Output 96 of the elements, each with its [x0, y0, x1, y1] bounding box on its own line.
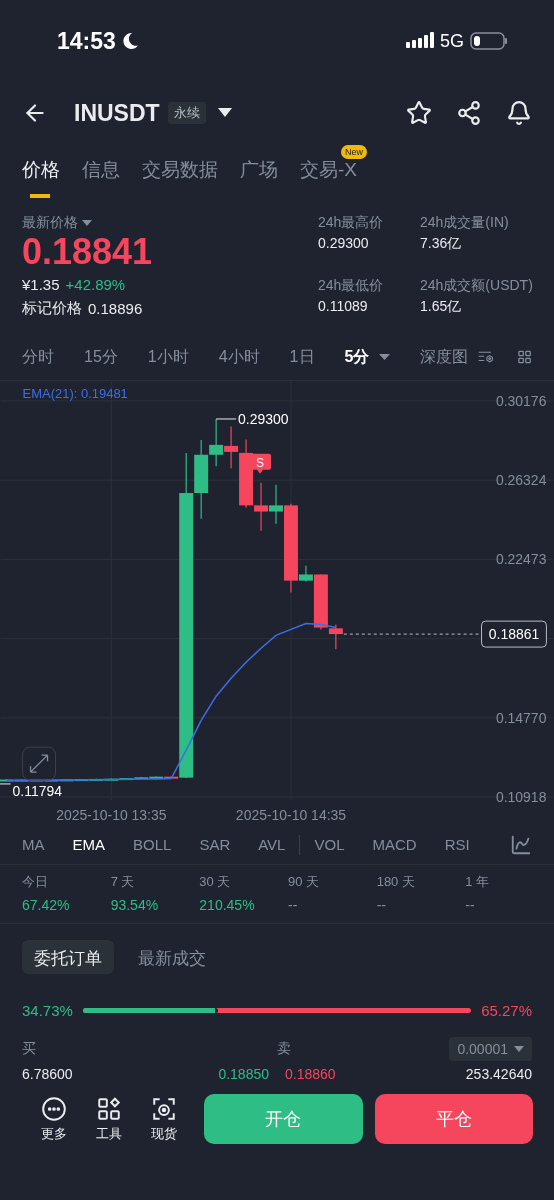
- tab[interactable]: 交易-X: [300, 159, 357, 181]
- timeframe-tab[interactable]: 1日: [289, 346, 315, 368]
- return-value: --: [288, 897, 299, 913]
- return-value: --: [465, 897, 476, 913]
- indicator-tab[interactable]: MACD: [372, 836, 417, 853]
- leader-line: [215, 418, 237, 420]
- stat-value: 0.29300: [318, 235, 370, 251]
- return-value: 93.54%: [110, 897, 160, 913]
- price-axis-label: 0.14770: [495, 709, 547, 726]
- period-label: 90 天: [288, 873, 321, 891]
- order-tab[interactable]: 最新成交: [126, 940, 218, 974]
- close-position-button[interactable]: 平仓: [374, 1094, 533, 1144]
- caret-icon[interactable]: [514, 1045, 524, 1053]
- stat-value: 7.36亿: [420, 235, 463, 253]
- last-price: 0.18841: [22, 232, 153, 272]
- stat-label: 24h成交量(IN): [420, 214, 510, 232]
- return-value: 67.42%: [22, 897, 71, 913]
- indicator-tab[interactable]: AVL: [258, 836, 286, 853]
- symbol-title: INUSDT: [74, 99, 160, 127]
- sell-price: 0.18860: [284, 1066, 337, 1084]
- active-tab-indicator: [30, 194, 50, 198]
- open-position-button[interactable]: 开仓: [204, 1094, 363, 1144]
- more-icon: [40, 1095, 67, 1122]
- indicator-tab[interactable]: MA: [22, 836, 45, 853]
- price-change: +42.89%: [65, 276, 126, 293]
- mark-price-label: 标记价格: [22, 299, 82, 318]
- return-value: --: [376, 897, 387, 913]
- price-axis-label: 0.22473: [495, 551, 547, 568]
- stat-label: 24h成交额(USDT): [420, 277, 532, 295]
- low-price-label: 0.11794: [12, 782, 62, 799]
- stat-value: 1.65亿: [420, 298, 463, 316]
- timeframe-tab[interactable]: 分时: [22, 346, 54, 368]
- caret-icon[interactable]: [82, 219, 92, 227]
- period-label: 1 年: [465, 873, 491, 891]
- order-tab[interactable]: 委托订单: [22, 940, 114, 974]
- battery-icon: [470, 32, 508, 50]
- buy-ratio: 34.73%: [22, 1001, 73, 1019]
- tab[interactable]: 价格: [22, 159, 60, 181]
- depth-chart-tab[interactable]: 深度图: [420, 346, 469, 368]
- period-label: 7 天: [110, 873, 136, 891]
- share-icon[interactable]: [456, 100, 482, 126]
- new-badge: New: [341, 145, 367, 159]
- stat-value: 0.11089: [318, 298, 369, 314]
- buy-column-label: 买: [22, 1040, 37, 1058]
- scan-coin-icon: [151, 1095, 178, 1122]
- sell-column-label: 卖: [277, 1040, 292, 1058]
- tab[interactable]: 广场: [240, 159, 278, 181]
- chart-line-icon[interactable]: [510, 833, 532, 856]
- tab[interactable]: 交易数据: [142, 159, 218, 181]
- star-icon[interactable]: [406, 100, 432, 126]
- period-label: 30 天: [199, 873, 232, 891]
- indicator-tab[interactable]: BOLL: [133, 836, 172, 853]
- timeframe-tab[interactable]: 5分: [344, 346, 391, 368]
- contract-tag: 永续: [167, 102, 206, 124]
- stat-label: 24h最高价: [318, 214, 385, 232]
- bell-icon[interactable]: [506, 100, 532, 126]
- sell-quantity: 253.42640: [464, 1066, 532, 1084]
- caret-icon[interactable]: [379, 353, 391, 361]
- tab[interactable]: 信息: [82, 159, 120, 181]
- leader-line: [0, 783, 12, 785]
- cny-price: ¥1.35: [22, 276, 60, 293]
- timeframe-tab[interactable]: 4小时: [218, 346, 260, 368]
- expand-icon[interactable]: [22, 746, 56, 781]
- buy-quantity: 6.78600: [22, 1066, 74, 1084]
- dropdown-caret-icon[interactable]: [217, 108, 232, 118]
- price-axis-label: 0.26324: [495, 472, 547, 489]
- buy-price: 0.18850: [217, 1066, 270, 1084]
- mark-price: 0.18896: [88, 300, 143, 317]
- return-value: 210.45%: [199, 897, 256, 913]
- price-axis-label: 0.10918: [495, 789, 547, 806]
- candle: [254, 482, 268, 532]
- action-label[interactable]: 现货: [151, 1124, 178, 1143]
- period-label: 今日: [22, 873, 49, 891]
- time-axis-label: 2025-10-10 14:35: [235, 807, 347, 823]
- clock-time: 14:53: [57, 27, 116, 55]
- stat-label: 24h最低价: [318, 277, 385, 295]
- time-axis-label: 2025-10-10 13:35: [56, 807, 167, 823]
- action-label[interactable]: 更多: [40, 1124, 67, 1143]
- network-type: 5G: [440, 30, 464, 52]
- indicator-tab[interactable]: VOL: [314, 836, 345, 853]
- indicator-tab[interactable]: EMA: [72, 836, 105, 853]
- sell-ratio: 65.27%: [481, 1001, 532, 1019]
- period-label: 180 天: [376, 873, 416, 891]
- high-price-label: 0.29300: [238, 410, 289, 427]
- signal-icon: [406, 32, 434, 50]
- indicator-tab[interactable]: RSI: [444, 836, 470, 853]
- timeframe-tab[interactable]: 15分: [84, 346, 118, 368]
- price-label: 最新价格: [22, 214, 78, 232]
- ema-readout: EMA(21): 0.19481: [22, 385, 128, 401]
- action-label[interactable]: 工具: [96, 1124, 123, 1143]
- price-axis-label: 0.30176: [495, 392, 547, 409]
- timeframe-tab[interactable]: 1小时: [147, 346, 189, 368]
- current-price-tag: 0.18861: [481, 620, 547, 648]
- indicator-tab[interactable]: SAR: [199, 836, 231, 853]
- shapes-icon: [96, 1095, 123, 1122]
- price-step-dropdown[interactable]: 0.00001: [449, 1037, 532, 1061]
